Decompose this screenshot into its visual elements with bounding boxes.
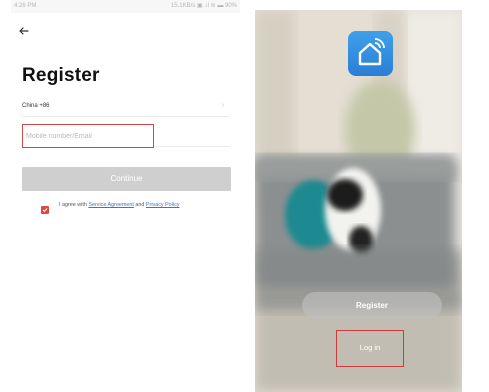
- agreement-prefix: I agree with: [59, 202, 89, 208]
- register-button[interactable]: Register: [302, 292, 442, 319]
- back-arrow-icon[interactable]: [17, 24, 31, 38]
- service-agreement-link[interactable]: Service Agreement: [88, 202, 134, 208]
- home-wifi-icon: [358, 38, 385, 66]
- welcome-screen: Register Log in: [255, 10, 462, 392]
- input-underline: [154, 146, 230, 147]
- status-indicators: 15.1KB/s ▣ .ıl ≋ ▬ 90%: [170, 3, 237, 9]
- agreement-middle: and: [133, 202, 146, 208]
- login-button[interactable]: Log in: [336, 330, 404, 367]
- country-selector[interactable]: China +86 ›: [22, 98, 230, 117]
- country-code-label: China +86: [22, 103, 50, 109]
- agreement-checkbox[interactable]: [41, 206, 49, 214]
- page-title: Register: [22, 65, 100, 86]
- page: 4:26 PM 15.1KB/s ▣ .ıl ≋ ▬ 90% Register …: [0, 0, 489, 392]
- status-bar: 4:26 PM 15.1KB/s ▣ .ıl ≋ ▬ 90%: [11, 0, 240, 13]
- privacy-policy-link[interactable]: Privacy Policy: [146, 202, 180, 208]
- status-time: 4:26 PM: [14, 3, 37, 9]
- mobile-email-input[interactable]: [23, 125, 153, 147]
- app-logo: [348, 31, 393, 76]
- continue-button[interactable]: Continue: [22, 167, 231, 191]
- mobile-email-field-highlight: [22, 124, 154, 148]
- agreement-text: I agree with Service Agreement and Priva…: [59, 202, 234, 209]
- register-screen: 4:26 PM 15.1KB/s ▣ .ıl ≋ ▬ 90% Register …: [11, 0, 240, 392]
- chevron-right-icon: ›: [221, 100, 224, 109]
- checkmark-icon: [42, 208, 48, 213]
